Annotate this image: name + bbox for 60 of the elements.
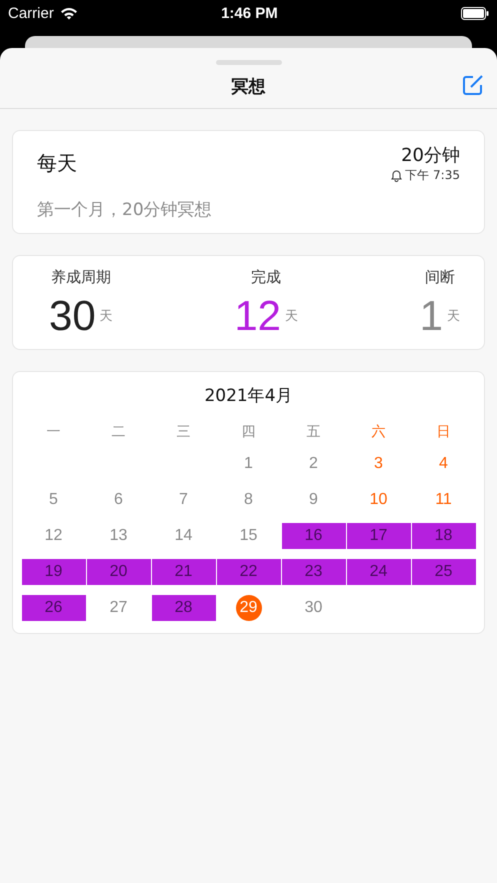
calendar-day[interactable]: 30 bbox=[282, 595, 346, 621]
calendar-day[interactable]: 15 bbox=[216, 523, 280, 549]
weekday-label: 一 bbox=[46, 423, 60, 441]
reminder-time: 下午 7:35 bbox=[405, 167, 460, 184]
weekday-label: 二 bbox=[112, 423, 126, 441]
weekday-label: 日 bbox=[436, 423, 450, 441]
habit-note: 第一个月，20分钟冥想 bbox=[37, 199, 213, 221]
nav-title: 冥想 bbox=[232, 76, 266, 98]
wifi-icon bbox=[60, 6, 78, 20]
drag-handle[interactable] bbox=[216, 60, 282, 65]
completed-day[interactable]: 16 bbox=[282, 523, 346, 549]
stat-value: 12 bbox=[234, 293, 282, 339]
completed-day[interactable]: 28 bbox=[152, 595, 216, 621]
clock-time: 1:46 PM bbox=[220, 4, 279, 22]
completed-day[interactable]: 17 bbox=[346, 523, 410, 549]
completed-day[interactable]: 21 bbox=[152, 559, 216, 585]
calendar-day[interactable]: 1 bbox=[216, 451, 280, 477]
completed-day[interactable]: 26 bbox=[22, 595, 86, 621]
duration-label: 20分钟 bbox=[401, 144, 460, 167]
carrier-label: Carrier bbox=[8, 4, 54, 22]
compose-icon bbox=[462, 74, 484, 96]
today-marker[interactable]: 29 bbox=[236, 595, 262, 621]
weekday-label: 五 bbox=[306, 423, 320, 441]
completed-day[interactable]: 22 bbox=[216, 559, 280, 585]
stat-label: 完成 bbox=[251, 268, 282, 287]
calendar-day[interactable]: 13 bbox=[86, 523, 150, 549]
weekday-label: 三 bbox=[176, 423, 190, 441]
completed-day[interactable]: 25 bbox=[412, 559, 476, 585]
stat-label: 养成周期 bbox=[50, 268, 111, 287]
calendar-day[interactable]: 5 bbox=[22, 487, 86, 513]
stat-label: 间断 bbox=[424, 268, 455, 287]
calendar-day[interactable]: 8 bbox=[216, 487, 280, 513]
calendar-title: 2021年4月 bbox=[204, 385, 293, 407]
completed-day[interactable]: 24 bbox=[346, 559, 410, 585]
weekday-label: 六 bbox=[372, 423, 386, 441]
frequency-label: 每天 bbox=[37, 150, 78, 177]
compose-button[interactable] bbox=[462, 74, 484, 96]
calendar-day[interactable]: 9 bbox=[282, 487, 346, 513]
calendar-day[interactable]: 12 bbox=[22, 523, 86, 549]
stat-unit: 天 bbox=[285, 308, 298, 325]
calendar-day[interactable]: 4 bbox=[412, 451, 476, 477]
completed-day[interactable]: 19 bbox=[22, 559, 86, 585]
stat-unit: 天 bbox=[446, 308, 460, 325]
calendar-day[interactable]: 2 bbox=[282, 451, 346, 477]
calendar-day[interactable]: 3 bbox=[346, 451, 410, 477]
battery-icon bbox=[461, 6, 489, 20]
calendar-day[interactable]: 6 bbox=[86, 487, 150, 513]
stat-value: 1 bbox=[420, 293, 443, 339]
stat-value: 30 bbox=[49, 293, 96, 339]
stat-unit: 天 bbox=[100, 308, 113, 325]
completed-day[interactable]: 18 bbox=[412, 523, 476, 549]
completed-day[interactable]: 20 bbox=[86, 559, 150, 585]
calendar-day[interactable]: 10 bbox=[346, 487, 410, 513]
calendar-day[interactable]: 27 bbox=[86, 595, 150, 621]
calendar-day[interactable]: 11 bbox=[412, 487, 476, 513]
bell-icon bbox=[391, 170, 402, 182]
weekday-label: 四 bbox=[242, 423, 256, 441]
calendar-day[interactable]: 14 bbox=[152, 523, 216, 549]
calendar-day[interactable]: 7 bbox=[152, 487, 216, 513]
completed-day[interactable]: 23 bbox=[282, 559, 346, 585]
